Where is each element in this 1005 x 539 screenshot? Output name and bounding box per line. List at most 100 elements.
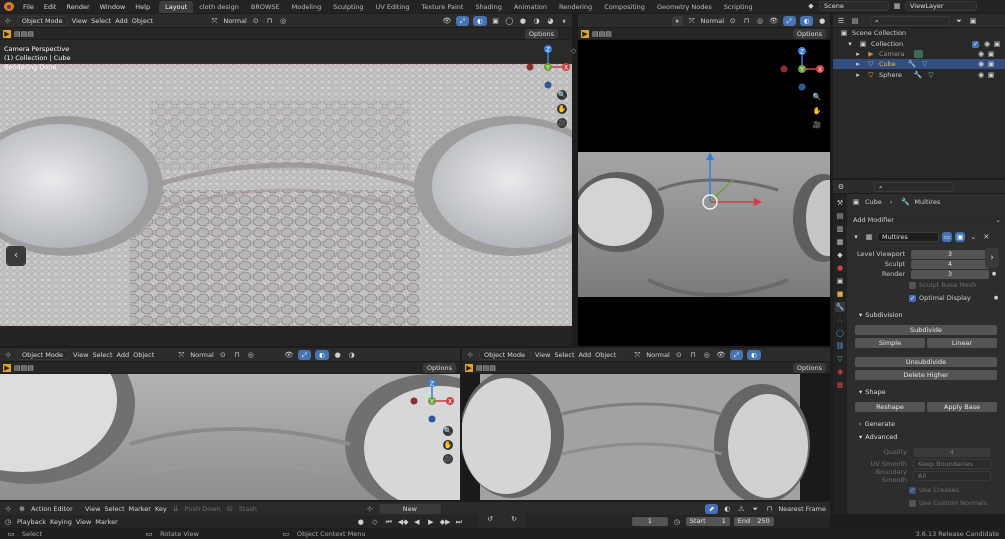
overlay-toggle-button[interactable]: ◐ bbox=[472, 15, 487, 26]
physics-tab-icon[interactable]: ◯ bbox=[835, 328, 845, 338]
editor-mode-dropdown[interactable]: Action Editor bbox=[31, 505, 81, 513]
pivot-icon[interactable]: ⊙ bbox=[218, 350, 228, 360]
display-mode-icon[interactable]: ▤ bbox=[850, 16, 860, 26]
menu-window[interactable]: Window bbox=[95, 3, 131, 11]
tool-select-icon[interactable]: ▶ bbox=[581, 29, 589, 38]
select-mode-icons[interactable]: ▤▤▤ bbox=[14, 363, 34, 373]
orientation-dropdown[interactable]: Normal bbox=[190, 351, 214, 359]
menu-view[interactable]: View bbox=[72, 17, 87, 25]
shape-section[interactable]: ▾ Shape bbox=[859, 386, 886, 397]
pivot-icon[interactable]: ⊙ bbox=[728, 16, 738, 26]
menu-view[interactable]: View bbox=[76, 518, 91, 526]
tool-select-icon[interactable]: ▶ bbox=[465, 363, 473, 372]
eye-icon[interactable]: ◉ bbox=[976, 70, 986, 80]
editor-type-icon[interactable]: ⚙ bbox=[836, 182, 846, 192]
editmode-toggle-button[interactable]: ▭ bbox=[942, 232, 953, 242]
linear-button[interactable]: Linear bbox=[927, 338, 997, 348]
render-level-field[interactable]: 3 bbox=[911, 269, 989, 279]
add-modifier-button[interactable]: Add Modifier ⌄ bbox=[847, 215, 1005, 225]
visibility-icon[interactable]: 👁 bbox=[284, 350, 294, 360]
editor-type-icon[interactable]: ◷ bbox=[3, 517, 13, 527]
gizmo-toggle-button[interactable]: ⤢ bbox=[782, 15, 796, 26]
snap-dropdown[interactable]: Nearest Frame bbox=[778, 505, 826, 513]
proportional-icon[interactable]: ◎ bbox=[246, 350, 256, 360]
filter-icon[interactable]: ⏷ bbox=[954, 16, 964, 26]
shading-material-icon[interactable]: ◑ bbox=[347, 350, 357, 360]
tab-cloth-design[interactable]: cloth design bbox=[193, 1, 245, 13]
overlay-toggle-button[interactable]: ◐ bbox=[799, 15, 814, 26]
camera-render-icon[interactable]: ▣ bbox=[986, 49, 996, 59]
tool-select-icon[interactable]: ▶ bbox=[3, 29, 11, 38]
tab-layout[interactable]: Layout bbox=[159, 0, 194, 13]
gizmo-toggle-button[interactable]: ⤢ bbox=[297, 349, 311, 360]
viewport-br[interactable] bbox=[462, 374, 830, 500]
output-tab-icon[interactable]: ▥ bbox=[835, 224, 845, 234]
expand-arrow-icon[interactable]: ▸ bbox=[853, 70, 863, 80]
play-icon[interactable]: ▶ bbox=[426, 517, 436, 527]
blender-logo-icon[interactable] bbox=[4, 2, 14, 11]
undo-icon[interactable]: ↺ bbox=[485, 514, 495, 524]
start-frame-field[interactable]: Start 1 bbox=[685, 517, 730, 526]
menu-select[interactable]: Select bbox=[92, 351, 112, 359]
gizmo-toggle-button[interactable]: ⤢ bbox=[729, 349, 743, 360]
object-tab-icon[interactable]: ■ bbox=[835, 289, 845, 299]
tab-modeling[interactable]: Modeling bbox=[286, 1, 328, 13]
visibility-icon[interactable]: 👁 bbox=[769, 16, 779, 26]
level-viewport-field[interactable]: 3 bbox=[911, 249, 989, 259]
shading-render-icon[interactable]: ◕ bbox=[546, 16, 556, 26]
tab-geometry-nodes[interactable]: Geometry Nodes bbox=[651, 1, 718, 13]
end-frame-field[interactable]: End 250 bbox=[733, 517, 774, 526]
prev-arrow-button[interactable]: ‹ bbox=[6, 246, 26, 266]
pan-hand-icon[interactable]: ✋ bbox=[812, 106, 822, 116]
chevron-down-icon[interactable]: ⌄ bbox=[968, 232, 978, 242]
menu-add[interactable]: Add bbox=[117, 351, 130, 359]
next-keyframe-icon[interactable]: ◆▶ bbox=[440, 517, 451, 527]
menu-view[interactable]: View bbox=[73, 351, 88, 359]
snap-icon[interactable]: ⊓ bbox=[265, 16, 275, 26]
only-selected-toggle[interactable]: ⬈ bbox=[704, 503, 719, 514]
snap-icon[interactable]: ⊓ bbox=[764, 504, 774, 514]
modifier-tab-icon[interactable]: 🔧 bbox=[835, 302, 845, 312]
expand-arrow-icon[interactable]: ▸ bbox=[853, 49, 863, 59]
uv-smooth-dropdown[interactable]: Keep Boundaries bbox=[913, 459, 991, 469]
orientation-dropdown[interactable]: Normal bbox=[646, 351, 670, 359]
outliner-search-input[interactable]: ⌕ bbox=[870, 15, 950, 26]
select-mode-icons[interactable]: ▤▤▤ bbox=[592, 29, 612, 39]
orientation-dropdown[interactable]: Normal bbox=[223, 17, 247, 25]
camera-view-icon[interactable]: 🎥 bbox=[812, 120, 822, 130]
pan-hand-icon[interactable]: ✋ bbox=[557, 104, 567, 114]
scene-selector[interactable]: ◆ Scene ▦ ViewLayer bbox=[806, 1, 977, 11]
push-down-button[interactable]: Push Down bbox=[185, 505, 221, 513]
snap-icon[interactable]: ⊓ bbox=[742, 16, 752, 26]
properties-search-input[interactable]: ⌕ bbox=[874, 181, 954, 192]
world-tab-icon[interactable]: ● bbox=[835, 263, 845, 273]
camera-render-icon[interactable]: ▣ bbox=[992, 39, 1002, 49]
generate-section[interactable]: › Generate bbox=[859, 418, 895, 429]
menu-object[interactable]: Object bbox=[132, 17, 153, 25]
viewport-tr[interactable]: Z Y X 🔍 ✋ 🎥 bbox=[578, 40, 830, 346]
pivot-icon[interactable]: ⊙ bbox=[251, 16, 261, 26]
tab-animation[interactable]: Animation bbox=[508, 1, 553, 13]
zoom-icon[interactable]: 🔍 bbox=[812, 92, 822, 102]
menu-select[interactable]: Select bbox=[104, 505, 124, 513]
menu-edit[interactable]: Edit bbox=[39, 3, 62, 11]
tab-rendering[interactable]: Rendering bbox=[553, 1, 598, 13]
tab-browse[interactable]: BROWSE bbox=[245, 1, 286, 13]
navigation-gizmo[interactable]: Z Y X bbox=[526, 44, 572, 90]
particles-tab-icon[interactable]: ∴ bbox=[835, 315, 845, 325]
zoom-icon[interactable]: 🔍 bbox=[557, 90, 567, 100]
sculpt-base-mesh-checkbox[interactable] bbox=[909, 281, 916, 289]
render-toggle-button[interactable]: ▣ bbox=[955, 232, 966, 242]
prev-keyframe-icon[interactable]: ◀◆ bbox=[398, 517, 409, 527]
select-mode-icons[interactable]: ▤▤▤ bbox=[14, 29, 34, 39]
action-browse-icon[interactable]: ⊹ bbox=[365, 504, 375, 514]
orientation-dropdown[interactable]: Normal bbox=[700, 17, 724, 25]
visibility-icon[interactable]: 👁 bbox=[716, 350, 726, 360]
menu-help[interactable]: Help bbox=[130, 3, 155, 11]
menu-file[interactable]: File bbox=[18, 3, 39, 11]
eye-icon[interactable]: ◉ bbox=[976, 59, 986, 69]
use-custom-normals-row[interactable]: Use Custom Normals bbox=[909, 498, 987, 508]
xray-icon[interactable]: ▣ bbox=[491, 16, 501, 26]
mode-dropdown[interactable]: Object Mode bbox=[479, 349, 531, 360]
menu-marker[interactable]: Marker bbox=[129, 505, 151, 513]
